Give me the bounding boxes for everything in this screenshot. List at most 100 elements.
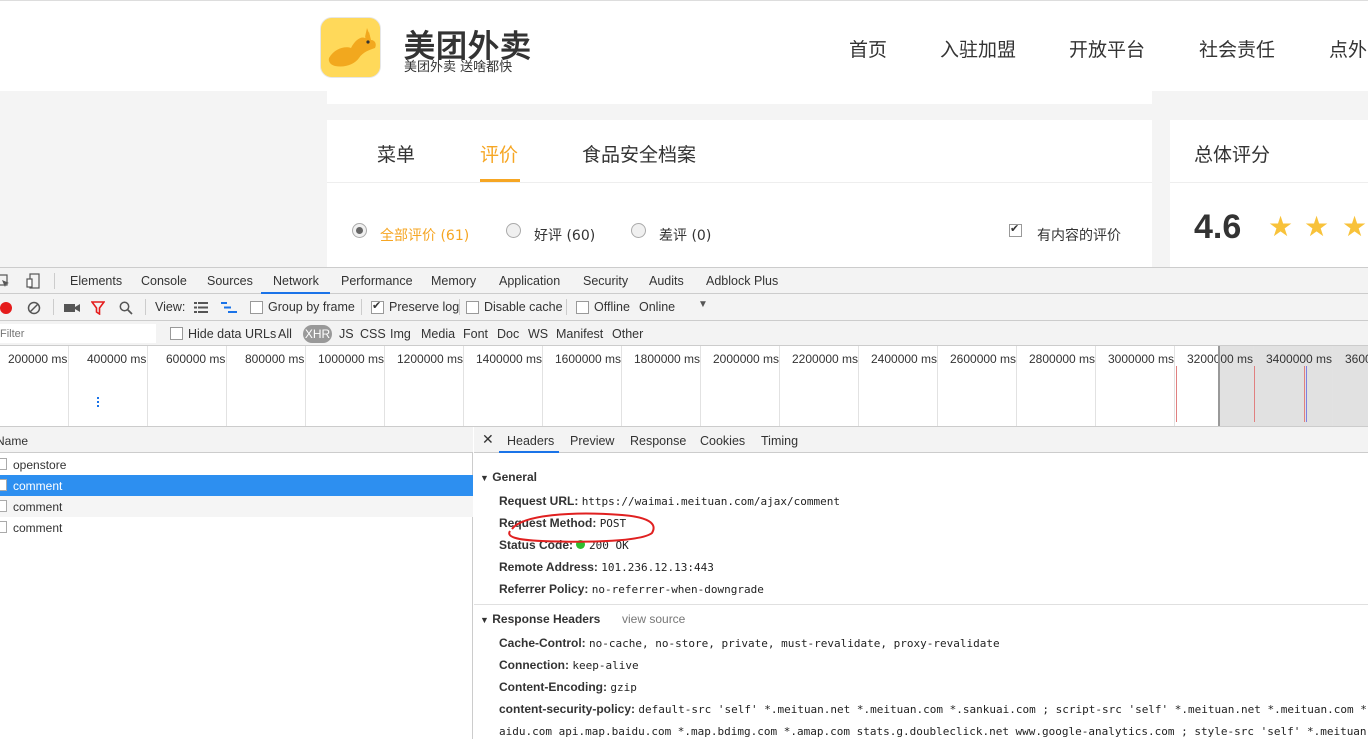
radio-bad-reviews[interactable] xyxy=(631,223,646,238)
dom-content-loaded-line xyxy=(1306,366,1307,422)
label-all-reviews[interactable]: 全部评价 (61) xyxy=(380,225,469,245)
section-divider xyxy=(474,604,1368,605)
label-hide-data-urls[interactable]: Hide data URLs xyxy=(188,327,276,341)
tick-label: 1600000 ms xyxy=(555,352,622,366)
filter-icon[interactable] xyxy=(91,301,105,315)
tab-security[interactable]: Security xyxy=(583,274,628,288)
tab-food-safety[interactable]: 食品安全档案 xyxy=(582,140,696,167)
record-icon[interactable] xyxy=(0,301,13,315)
tab-sources[interactable]: Sources xyxy=(207,274,253,288)
tick-label: 2400000 ms xyxy=(871,352,938,366)
label-offline[interactable]: Offline xyxy=(594,300,630,314)
star-icon: ★ xyxy=(1304,211,1330,242)
nav-open-platform[interactable]: 开放平台 xyxy=(1069,35,1145,62)
nav-join[interactable]: 入驻加盟 xyxy=(940,35,1016,62)
nav-social-responsibility[interactable]: 社会责任 xyxy=(1199,35,1275,62)
label-disable-cache[interactable]: Disable cache xyxy=(484,300,563,314)
view-source-link[interactable]: view source xyxy=(622,612,685,626)
meituan-logo[interactable] xyxy=(320,17,381,78)
separator xyxy=(53,299,54,315)
label-content-only[interactable]: 有内容的评价 xyxy=(1037,225,1121,245)
header-value: 101.236.12.13:443 xyxy=(601,561,714,574)
checkbox-disable-cache[interactable] xyxy=(466,301,479,314)
kangaroo-logo-icon xyxy=(321,18,380,77)
checkbox-hide-data-urls[interactable] xyxy=(170,327,183,340)
tick-label: 3400000 ms xyxy=(1266,352,1333,366)
tab-adblock-plus[interactable]: Adblock Plus xyxy=(706,274,778,288)
header-key: Referrer Policy: xyxy=(499,582,589,596)
tab-audits[interactable]: Audits xyxy=(649,274,684,288)
waterfall-overview-icon[interactable] xyxy=(221,302,237,313)
general-section-toggle[interactable]: ▼ General xyxy=(480,470,537,484)
type-css[interactable]: CSS xyxy=(360,327,386,341)
checkbox-group-by-frame[interactable] xyxy=(250,301,263,314)
type-js[interactable]: JS xyxy=(339,327,354,341)
filter-input[interactable] xyxy=(0,324,156,343)
device-toolbar-icon[interactable] xyxy=(26,273,40,289)
tick-label: 1400000 ms xyxy=(476,352,543,366)
tab-preview[interactable]: Preview xyxy=(570,434,614,448)
clear-icon[interactable] xyxy=(27,301,41,315)
type-all[interactable]: All xyxy=(278,327,292,341)
header-remote-address: Remote Address: 101.236.12.13:443 xyxy=(499,560,714,574)
request-row[interactable]: comment xyxy=(0,517,473,538)
tab-response[interactable]: Response xyxy=(630,434,686,448)
site-header: 美团外卖 美团外卖 送啥都快 首页 入驻加盟 开放平台 社会责任 点外 xyxy=(0,0,1368,91)
checkbox-offline[interactable] xyxy=(576,301,589,314)
type-ws[interactable]: WS xyxy=(528,327,548,341)
tab-cookies[interactable]: Cookies xyxy=(700,434,745,448)
star-icon: ★ xyxy=(1342,211,1368,242)
tab-elements[interactable]: Elements xyxy=(70,274,122,288)
capture-screenshots-icon[interactable] xyxy=(64,302,80,314)
type-xhr[interactable]: XHR xyxy=(303,325,332,343)
tick-label: 400000 ms xyxy=(87,352,147,366)
inspect-element-icon[interactable] xyxy=(0,274,10,288)
selection-handle[interactable] xyxy=(1218,346,1220,426)
tab-application[interactable]: Application xyxy=(499,274,560,288)
active-tab-indicator xyxy=(499,451,559,453)
dropdown-arrow-icon[interactable]: ▼ xyxy=(698,299,708,310)
search-icon[interactable] xyxy=(119,301,133,315)
label-group-by-frame[interactable]: Group by frame xyxy=(268,300,355,314)
type-img[interactable]: Img xyxy=(390,327,411,341)
tab-headers[interactable]: Headers xyxy=(507,434,554,448)
request-row[interactable]: comment xyxy=(0,475,473,496)
response-headers-toggle[interactable]: ▼ Response Headers xyxy=(480,612,600,626)
timeline-overview[interactable]: 200000 ms 400000 ms 600000 ms 800000 ms … xyxy=(0,346,1368,427)
tick-line xyxy=(621,346,622,426)
label-preserve-log[interactable]: Preserve log xyxy=(389,300,459,314)
label-bad-reviews[interactable]: 差评 (0) xyxy=(659,225,711,245)
radio-all-reviews[interactable] xyxy=(352,223,367,238)
type-font[interactable]: Font xyxy=(463,327,488,341)
request-row[interactable]: comment xyxy=(0,496,473,517)
nav-order[interactable]: 点外 xyxy=(1329,35,1367,62)
load-event-line xyxy=(1176,366,1177,422)
nav-home[interactable]: 首页 xyxy=(849,35,887,62)
tick-label: 2000000 ms xyxy=(713,352,780,366)
close-icon[interactable]: ✕ xyxy=(482,431,494,448)
header-csp-continued: aidu.com api.map.baidu.com *.map.bdimg.c… xyxy=(499,724,1368,738)
tab-performance[interactable]: Performance xyxy=(341,274,413,288)
column-name-header[interactable]: Name xyxy=(0,434,28,448)
tab-memory[interactable]: Memory xyxy=(431,274,476,288)
label-good-reviews[interactable]: 好评 (60) xyxy=(534,225,595,245)
throttle-select[interactable]: Online xyxy=(639,300,675,314)
radio-good-reviews[interactable] xyxy=(506,223,521,238)
type-manifest[interactable]: Manifest xyxy=(556,327,603,341)
type-doc[interactable]: Doc xyxy=(497,327,519,341)
tab-menu[interactable]: 菜单 xyxy=(377,140,415,167)
load-event-line xyxy=(1304,366,1305,422)
checkbox-preserve-log[interactable] xyxy=(371,299,384,314)
request-name: comment xyxy=(13,521,63,535)
tick-line xyxy=(226,346,227,426)
tab-reviews[interactable]: 评价 xyxy=(480,140,518,167)
tab-network[interactable]: Network xyxy=(273,274,319,288)
type-media[interactable]: Media xyxy=(421,327,455,341)
tab-console[interactable]: Console xyxy=(141,274,187,288)
list-header[interactable]: Name xyxy=(0,427,473,453)
type-other[interactable]: Other xyxy=(612,327,643,341)
tab-timing[interactable]: Timing xyxy=(761,434,798,448)
checkbox-content-only[interactable] xyxy=(1009,222,1022,237)
large-rows-icon[interactable] xyxy=(194,302,208,313)
request-row[interactable]: openstore xyxy=(0,454,473,475)
